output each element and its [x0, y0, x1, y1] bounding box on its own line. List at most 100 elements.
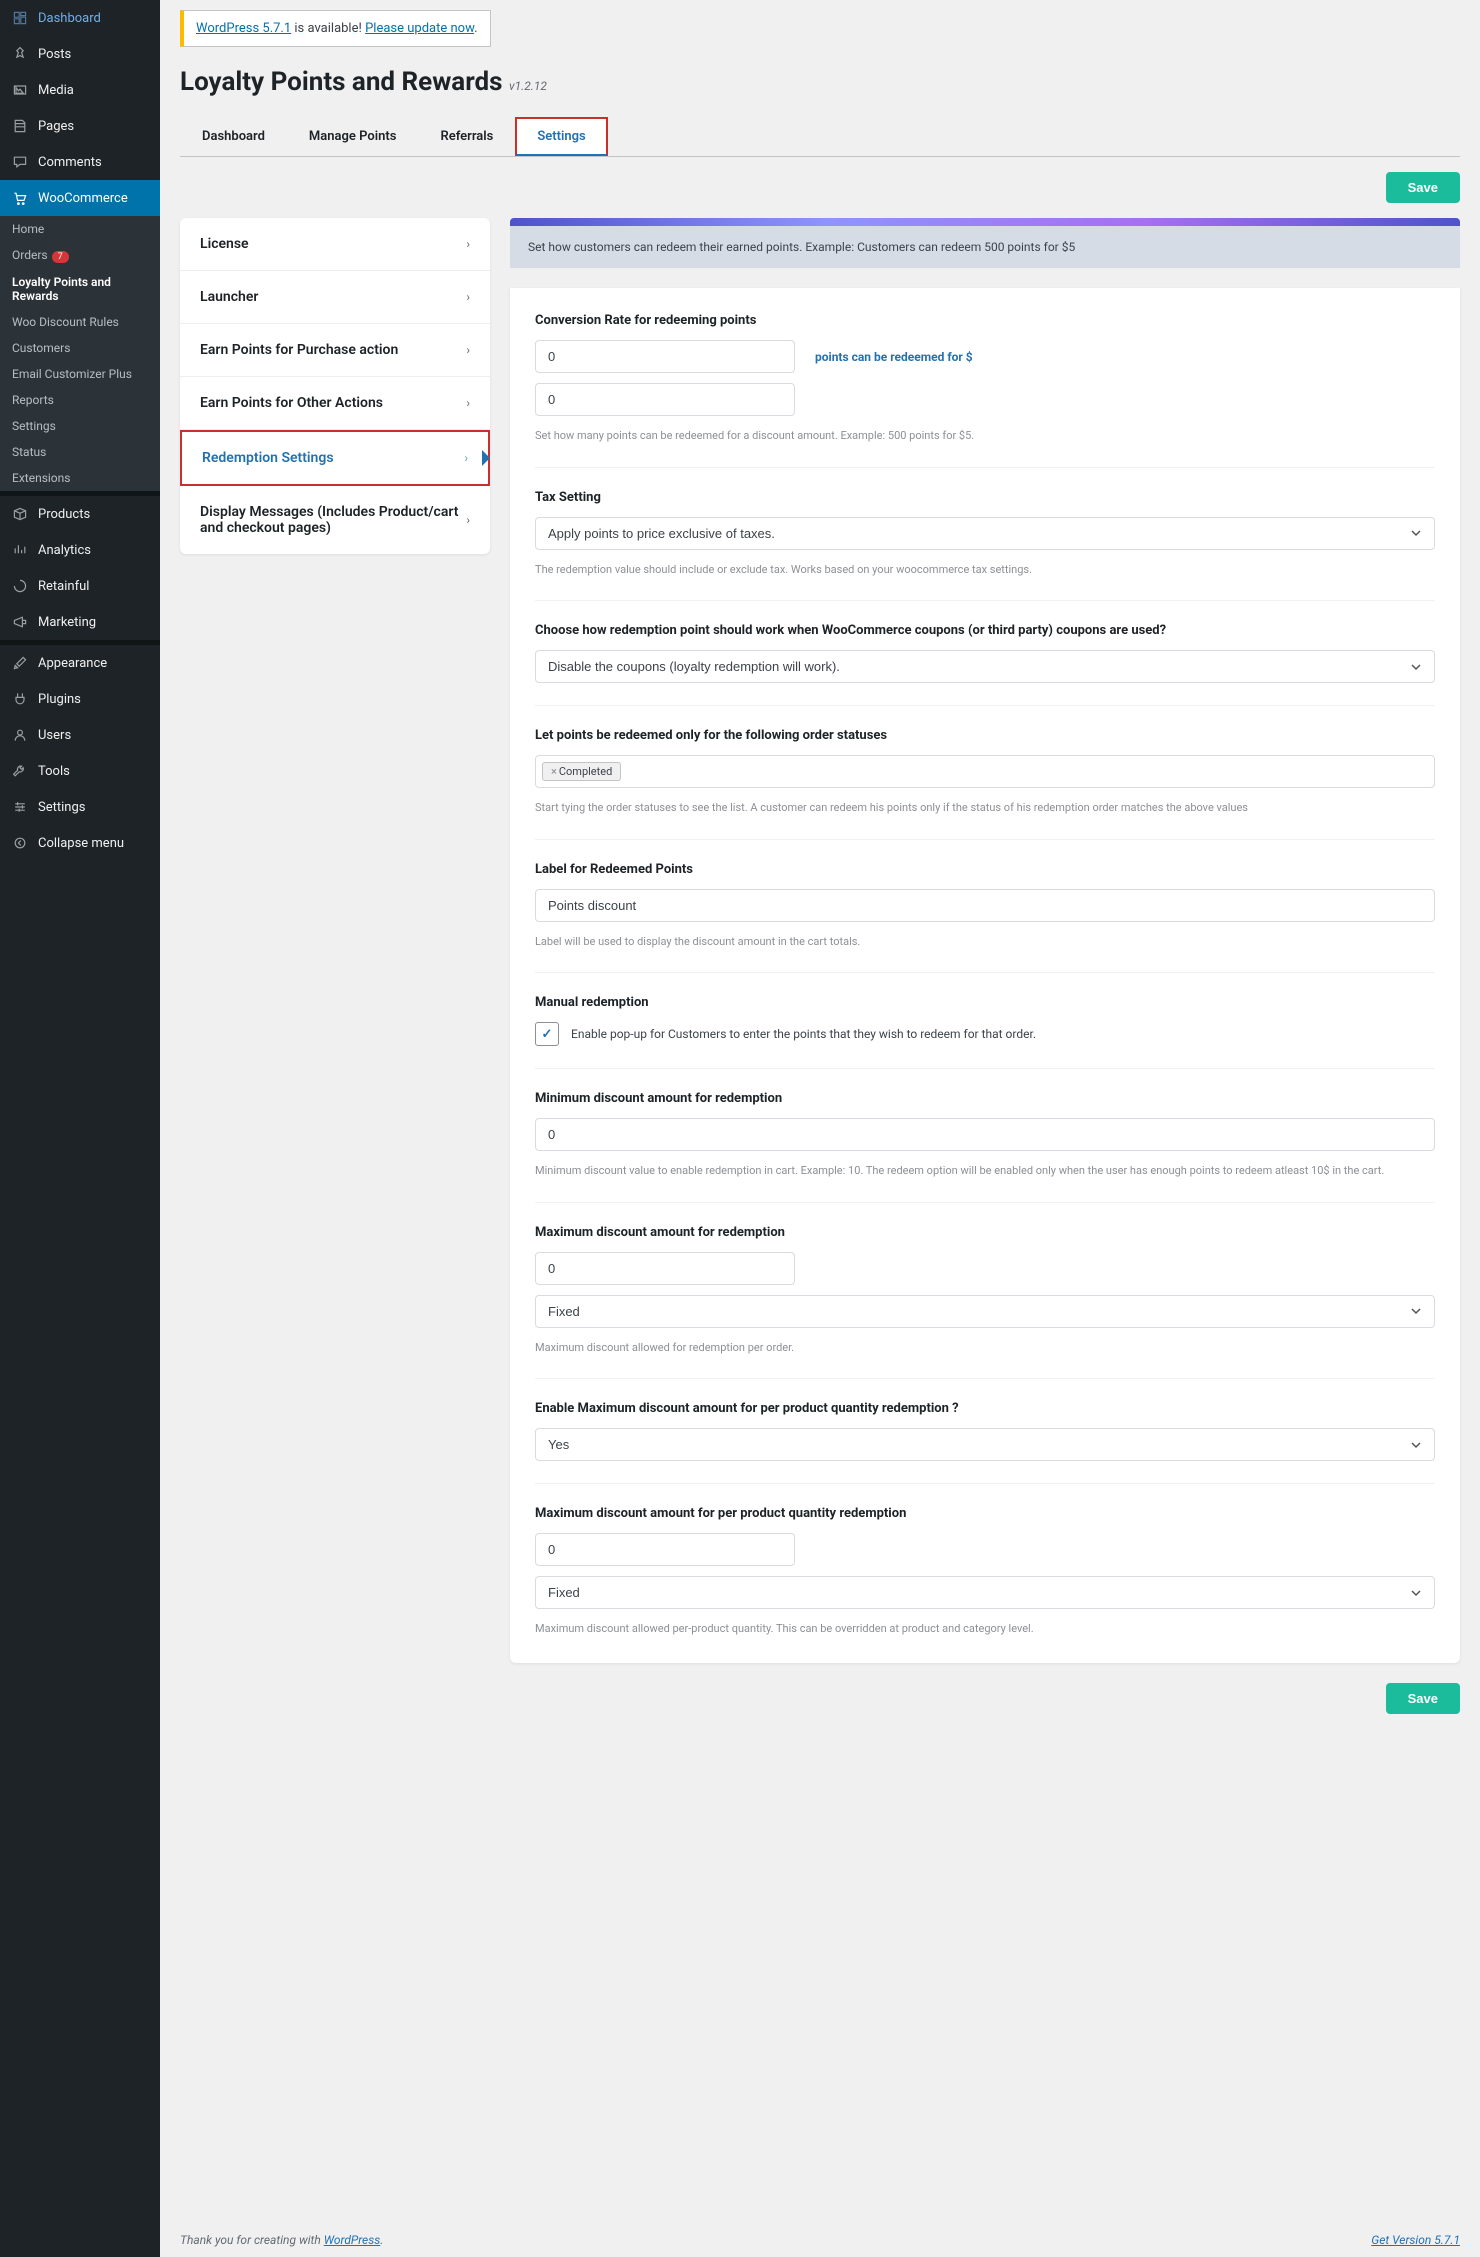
- pin-icon: [10, 44, 30, 64]
- statuses-input[interactable]: ×Completed: [535, 755, 1435, 788]
- sidebar-item-settings[interactable]: Settings: [0, 789, 160, 825]
- update-now-link[interactable]: Please update now: [365, 21, 474, 36]
- main-content: WordPress 5.7.1 is available! Please upd…: [160, 0, 1480, 2257]
- box-icon: [10, 504, 30, 524]
- sidebar-item-appearance[interactable]: Appearance: [0, 645, 160, 681]
- coupons-select[interactable]: Disable the coupons (loyalty redemption …: [535, 650, 1435, 683]
- enable-max-pp-select[interactable]: Yes: [535, 1428, 1435, 1461]
- max-discount-help: Maximum discount allowed for redemption …: [535, 1340, 1435, 1357]
- remove-tag-icon[interactable]: ×: [551, 765, 557, 778]
- sidebar-sub-extensions[interactable]: Extensions: [0, 465, 160, 491]
- chevron-right-icon: ›: [466, 396, 470, 410]
- save-button-top[interactable]: Save: [1386, 172, 1460, 203]
- wp-version-link[interactable]: WordPress 5.7.1: [196, 21, 291, 36]
- max-discount-label: Maximum discount amount for redemption: [535, 1225, 1435, 1240]
- chevron-right-icon: ›: [466, 513, 470, 527]
- accordion-earn-points-for-other-actions[interactable]: Earn Points for Other Actions›: [180, 377, 490, 430]
- gradient-bar: [510, 218, 1460, 226]
- media-icon: [10, 80, 30, 100]
- cart-icon: [10, 188, 30, 208]
- footer-credit: Thank you for creating with WordPress.: [180, 2233, 383, 2247]
- info-bar: Set how customers can redeem their earne…: [510, 226, 1460, 268]
- max-discount-type-select[interactable]: Fixed: [535, 1295, 1435, 1328]
- accordion-license[interactable]: License›: [180, 218, 490, 271]
- accordion-display-messages-includes-product-cart-and-checkout-pages[interactable]: Display Messages (Includes Product/cart …: [180, 486, 490, 554]
- sidebar-item-products[interactable]: Products: [0, 496, 160, 532]
- tab-dashboard[interactable]: Dashboard: [180, 117, 287, 156]
- conversion-rate-label: Conversion Rate for redeeming points: [535, 313, 1435, 328]
- plug-icon: [10, 689, 30, 709]
- sidebar-sub-loyalty-points-and-rewards[interactable]: Loyalty Points and Rewards: [0, 269, 160, 309]
- sidebar-sub-settings[interactable]: Settings: [0, 413, 160, 439]
- conversion-note: points can be redeemed for $: [815, 350, 973, 364]
- conversion-help: Set how many points can be redeemed for …: [535, 428, 1435, 445]
- redeem-label-label: Label for Redeemed Points: [535, 862, 1435, 877]
- pages-icon: [10, 116, 30, 136]
- sidebar-item-posts[interactable]: Posts: [0, 36, 160, 72]
- version-label: v1.2.12: [509, 79, 547, 93]
- chevron-right-icon: ›: [466, 290, 470, 304]
- accordion-launcher[interactable]: Launcher›: [180, 271, 490, 324]
- max-discount-input[interactable]: [535, 1252, 795, 1285]
- manual-redemption-desc: Enable pop-up for Customers to enter the…: [571, 1027, 1036, 1041]
- min-discount-input[interactable]: [535, 1118, 1435, 1151]
- page-title: Loyalty Points and Rewards v1.2.12: [180, 67, 1460, 97]
- sidebar-item-comments[interactable]: Comments: [0, 144, 160, 180]
- sidebar-sub-status[interactable]: Status: [0, 439, 160, 465]
- chevron-right-icon: ›: [466, 343, 470, 357]
- dashboard-icon: [10, 8, 30, 28]
- statuses-help: Start tying the order statuses to see th…: [535, 800, 1435, 817]
- tab-settings[interactable]: Settings: [515, 117, 607, 156]
- accordion-redemption-settings[interactable]: Redemption Settings›: [180, 430, 490, 486]
- sidebar-item-users[interactable]: Users: [0, 717, 160, 753]
- tax-setting-select[interactable]: Apply points to price exclusive of taxes…: [535, 517, 1435, 550]
- sidebar-item-media[interactable]: Media: [0, 72, 160, 108]
- redeem-label-input[interactable]: [535, 889, 1435, 922]
- settings-accordion: License›Launcher›Earn Points for Purchas…: [180, 218, 490, 554]
- sidebar-sub-email-customizer-plus[interactable]: Email Customizer Plus: [0, 361, 160, 387]
- status-tag[interactable]: ×Completed: [542, 762, 621, 781]
- save-button-bottom[interactable]: Save: [1386, 1683, 1460, 1714]
- max-pp-help: Maximum discount allowed per-product qua…: [535, 1621, 1435, 1638]
- min-discount-label: Minimum discount amount for redemption: [535, 1091, 1435, 1106]
- sidebar-item-collapse-menu[interactable]: Collapse menu: [0, 825, 160, 861]
- enable-max-pp-label: Enable Maximum discount amount for per p…: [535, 1401, 1435, 1416]
- sidebar-sub-woo-discount-rules[interactable]: Woo Discount Rules: [0, 309, 160, 335]
- tab-manage-points[interactable]: Manage Points: [287, 117, 419, 156]
- manual-redemption-checkbox[interactable]: ✓: [535, 1022, 559, 1046]
- retain-icon: [10, 576, 30, 596]
- sidebar-item-retainful[interactable]: Retainful: [0, 568, 160, 604]
- max-pp-input[interactable]: [535, 1533, 795, 1566]
- tax-help: The redemption value should include or e…: [535, 562, 1435, 579]
- user-icon: [10, 725, 30, 745]
- max-pp-label: Maximum discount amount for per product …: [535, 1506, 1435, 1521]
- sidebar-sub-customers[interactable]: Customers: [0, 335, 160, 361]
- manual-redemption-label: Manual redemption: [535, 995, 1435, 1010]
- sidebar-sub-home[interactable]: Home: [0, 216, 160, 242]
- sidebar-item-plugins[interactable]: Plugins: [0, 681, 160, 717]
- sidebar-sub-reports[interactable]: Reports: [0, 387, 160, 413]
- sidebar-item-tools[interactable]: Tools: [0, 753, 160, 789]
- redeem-label-help: Label will be used to display the discou…: [535, 934, 1435, 951]
- conversion-amount-input[interactable]: [535, 383, 795, 416]
- wrench-icon: [10, 761, 30, 781]
- accordion-earn-points-for-purchase-action[interactable]: Earn Points for Purchase action›: [180, 324, 490, 377]
- admin-sidebar: DashboardPostsMediaPagesCommentsWooComme…: [0, 0, 160, 2257]
- get-version-link[interactable]: Get Version 5.7.1: [1371, 2233, 1460, 2247]
- conversion-points-input[interactable]: [535, 340, 795, 373]
- sidebar-sub-orders[interactable]: Orders7: [0, 242, 160, 269]
- sidebar-item-pages[interactable]: Pages: [0, 108, 160, 144]
- sidebar-item-woocommerce[interactable]: WooCommerce: [0, 180, 160, 216]
- chevron-right-icon: ›: [466, 237, 470, 251]
- statuses-label: Let points be redeemed only for the foll…: [535, 728, 1435, 743]
- min-discount-help: Minimum discount value to enable redempt…: [535, 1163, 1435, 1180]
- sidebar-item-analytics[interactable]: Analytics: [0, 532, 160, 568]
- max-pp-type-select[interactable]: Fixed: [535, 1576, 1435, 1609]
- collapse-icon: [10, 833, 30, 853]
- sidebar-item-dashboard[interactable]: Dashboard: [0, 0, 160, 36]
- tab-referrals[interactable]: Referrals: [418, 117, 515, 156]
- orders-badge: 7: [52, 251, 69, 263]
- comment-icon: [10, 152, 30, 172]
- sidebar-item-marketing[interactable]: Marketing: [0, 604, 160, 640]
- wordpress-link[interactable]: WordPress: [324, 2233, 381, 2247]
